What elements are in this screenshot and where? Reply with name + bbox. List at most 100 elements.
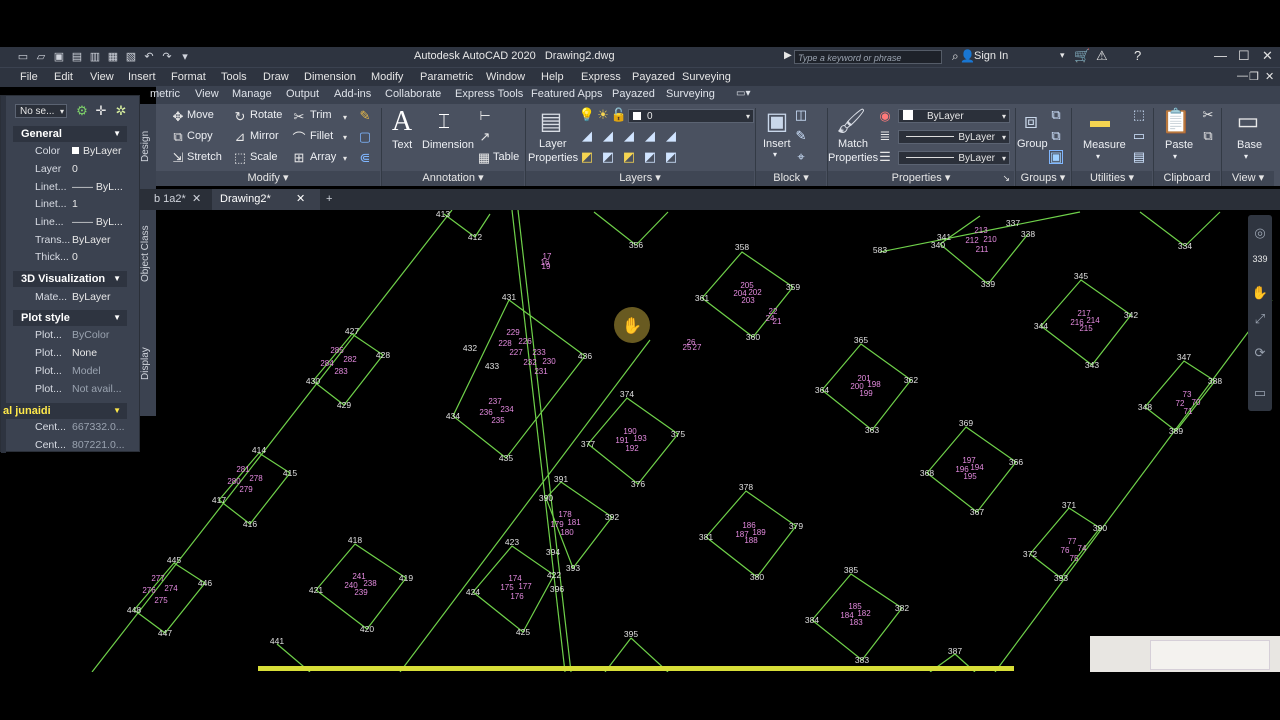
layer-tool-icon[interactable]: ◩ [664,149,678,164]
tab-express-tools[interactable]: Express Tools [455,88,523,100]
autodesk-a360-icon[interactable]: ⚠ [1096,48,1108,64]
chevron-down-icon[interactable]: ▾ [773,150,777,159]
save-as-icon[interactable]: ▤ [70,49,84,63]
text-icon[interactable]: A [389,106,415,138]
stretch-icon[interactable]: ⇲ [170,150,186,166]
menu-dimension[interactable]: Dimension [304,71,356,83]
play-icon[interactable]: ▶ [784,50,792,61]
copy-icon[interactable]: ⧉ [170,129,186,145]
explode-icon[interactable]: ▢ [356,128,374,146]
layer-tool-icon[interactable]: ◩ [580,149,594,164]
drawing-canvas[interactable]: 4134123563585833403413373383393343354313… [0,210,1280,672]
new-tab-icon[interactable]: + [326,189,342,210]
user-icon[interactable]: 👤 [960,49,975,63]
cart-icon[interactable]: 🛒 [1074,48,1090,64]
chevron-down-icon[interactable]: ▾ [1060,50,1065,61]
linetype-icon[interactable]: ☰ [878,149,892,164]
stretch-button[interactable]: Stretch [187,151,222,163]
match-properties-button-line2[interactable]: Properties [828,152,878,164]
chevron-down-icon[interactable]: ▾ [1096,152,1100,161]
redo-icon[interactable]: ↷ [160,49,174,63]
panel-title-layers[interactable]: Layers ▾ [526,171,754,186]
close-tab-icon[interactable]: ✕ [296,189,305,210]
chevron-down-icon[interactable]: ▾ [340,150,350,166]
help-icon[interactable]: ? [1134,48,1141,63]
edit-block-icon[interactable]: ✎ [794,128,808,143]
lineweight-dropdown[interactable]: ByLayer ▾ [898,130,1010,144]
menu-edit[interactable]: Edit [54,71,73,83]
quick-select-icon[interactable]: ⬚ [1132,107,1146,122]
cut-icon[interactable]: ✂ [1201,107,1215,122]
quick-select-icon[interactable]: ✲ [114,103,128,118]
color-wheel-icon[interactable]: ◉ [878,108,892,123]
chevron-down-icon[interactable]: ▾ [340,109,350,125]
move-button[interactable]: Move [187,109,214,121]
match-properties-icon[interactable]: 🖌 [836,106,866,136]
tab-surveying[interactable]: Surveying [666,88,715,100]
insert-block-icon[interactable]: ▣ [762,106,792,136]
menu-surveying[interactable]: Surveying [682,71,731,83]
undo-icon[interactable]: ↶ [142,49,156,63]
layer-tool-icon[interactable]: ◢ [580,128,594,143]
pan-icon[interactable]: ✋ [1252,285,1268,301]
layer-tool-icon[interactable]: ◩ [601,149,615,164]
ribbon-toggle-icon[interactable]: ▭▾ [736,88,750,99]
trim-button[interactable]: Trim [310,109,332,121]
dimension-icon[interactable]: ⌶ [428,108,460,136]
lineweight-icon[interactable]: ≣ [878,128,892,143]
panel-title-view[interactable]: View ▾ [1222,171,1274,186]
linear-dim-icon[interactable]: ⊢ [476,108,494,124]
rotate-icon[interactable]: ↻ [232,109,248,125]
cloud-icon[interactable]: ▦ [106,49,120,63]
tab-featured-apps[interactable]: Featured Apps [531,88,603,100]
close-icon[interactable]: ✕ [1262,48,1273,64]
scale-button[interactable]: Scale [250,151,278,163]
tab-view[interactable]: View [195,88,219,100]
base-view-icon[interactable]: ▭ [1233,106,1263,136]
close-tab-icon[interactable]: ✕ [192,189,201,210]
menu-help[interactable]: Help [541,71,564,83]
tab-payazed[interactable]: Payazed [612,88,655,100]
menu-payazed[interactable]: Payazed [632,71,675,83]
fillet-button[interactable]: Fillet [310,130,333,142]
menu-insert[interactable]: Insert [128,71,156,83]
showmotion-icon[interactable]: ▭ [1252,385,1268,401]
layer-properties-button-line2[interactable]: Properties [528,152,578,164]
menu-format[interactable]: Format [171,71,206,83]
panel-title-block[interactable]: Block ▾ [756,171,826,186]
move-icon[interactable]: ✥ [170,109,186,125]
trim-icon[interactable]: ✂ [291,109,307,125]
scale-icon[interactable]: ⬚ [232,150,248,166]
tab-parametric[interactable]: metric [150,88,180,100]
panel-title-properties[interactable]: Properties ▾ ↘ [828,171,1014,186]
text-button[interactable]: Text [392,139,412,151]
array-button[interactable]: Array [310,151,336,163]
selection-dropdown[interactable]: No se... ▾ [15,104,67,118]
paste-button[interactable]: Paste [1165,139,1193,151]
group-selection-icon[interactable]: ▣ [1049,149,1063,164]
chevron-down-icon[interactable]: ▾ [1244,152,1248,161]
new-icon[interactable]: ▭ [16,49,30,63]
steering-wheel-icon[interactable]: ◎ [1252,225,1268,241]
layer-tool-icon[interactable]: ◢ [601,128,615,143]
customize-icon[interactable]: ▾ [178,49,192,63]
select-all-icon[interactable]: ▭ [1132,128,1146,143]
doc-tab-2[interactable]: Drawing2* ✕ [212,189,320,210]
tab-design[interactable]: Design [140,124,156,168]
tab-collaborate[interactable]: Collaborate [385,88,441,100]
array-icon[interactable]: ⊞ [291,150,307,166]
copy-button[interactable]: Copy [187,130,213,142]
zoom-extents-icon[interactable]: ⤢ [1252,311,1268,327]
layer-tool-icon[interactable]: ◢ [664,128,678,143]
tab-add-ins[interactable]: Add-ins [334,88,371,100]
prop-row-color[interactable]: Color ByLayer [13,143,127,160]
save-icon[interactable]: ▣ [52,49,66,63]
layer-on-icon[interactable]: 💡 [579,107,595,122]
tab-output[interactable]: Output [286,88,319,100]
layer-unlock-icon[interactable]: 🔓 [611,107,627,122]
group-edit-icon[interactable]: ⧉ [1049,128,1063,143]
web-icon[interactable]: ▥ [88,49,102,63]
menu-parametric[interactable]: Parametric [420,71,473,83]
group-button[interactable]: Group [1017,138,1048,150]
panel-launcher-icon[interactable]: ↘ [1002,171,1010,186]
